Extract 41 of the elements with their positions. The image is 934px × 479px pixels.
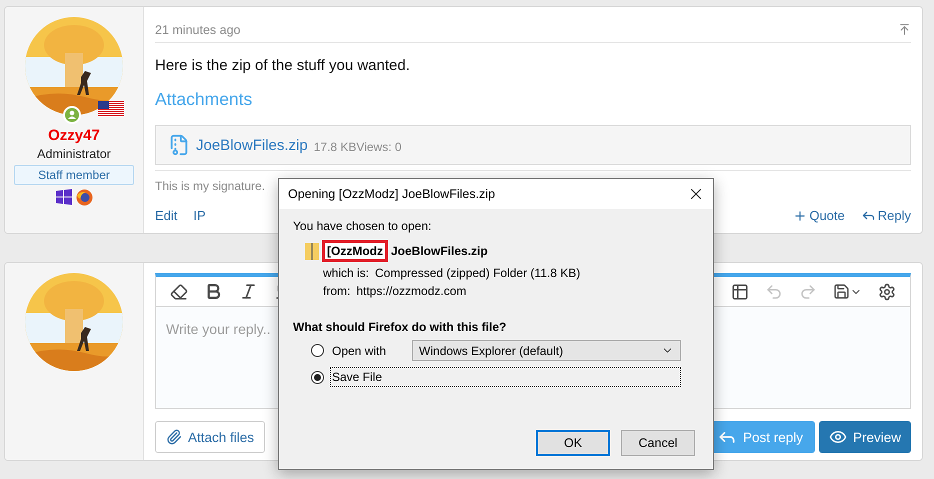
post-message: Here is the zip of the stuff you wanted. <box>155 57 411 74</box>
radio-button[interactable] <box>311 370 324 384</box>
detail-value: https://ozzmodz.com <box>356 284 466 298</box>
post-action-link[interactable]: Edit <box>155 208 178 223</box>
user-title: Administrator <box>37 147 111 161</box>
paperclip-icon <box>166 429 182 445</box>
zip-folder-icon <box>305 242 319 260</box>
option-label[interactable]: Save File <box>330 367 681 387</box>
scroll-top-icon[interactable] <box>898 23 911 36</box>
file-prefix: [OzzModz <box>322 240 388 262</box>
post-action-link[interactable]: IP <box>193 208 206 223</box>
attachment-meta: 17.8 KBViews: 0 <box>314 140 402 154</box>
windows-icon <box>56 189 72 205</box>
browser-icon <box>76 189 92 206</box>
signature: This is my signature. <box>155 179 266 193</box>
plus-icon <box>793 208 808 222</box>
ok-button[interactable]: OK <box>536 430 610 456</box>
detail-value: Compressed (zipped) Folder (11.8 KB) <box>375 266 580 280</box>
attachments-heading: Attachments <box>155 89 254 110</box>
attach-files-button[interactable]: Attach files <box>155 421 266 453</box>
detail-label: from: <box>323 284 350 298</box>
preview-button[interactable]: Preview <box>818 421 911 453</box>
flag-icon <box>98 101 124 117</box>
dialog-intro: You have chosen to open: <box>293 219 432 233</box>
staff-badge: Staff member <box>14 165 134 185</box>
attachment-link[interactable]: JoeBlowFiles.zip <box>196 136 308 154</box>
cancel-button[interactable]: Cancel <box>621 430 695 456</box>
app-select[interactable]: Windows Explorer (default) <box>412 340 681 361</box>
detail-label: which is: <box>323 266 370 280</box>
zip-file-icon <box>168 134 190 156</box>
save-icon <box>833 283 850 300</box>
username[interactable]: Ozzy47 <box>48 127 100 144</box>
reply-link[interactable]: Reply <box>860 208 911 223</box>
quote-link[interactable]: Quote <box>793 208 845 223</box>
file-name: JoeBlowFiles.zip <box>391 244 488 258</box>
dialog-title: Opening [OzzModz] JoeBlowFiles.zip <box>288 187 496 201</box>
eye-icon <box>828 428 847 446</box>
post-time[interactable]: 21 minutes ago <box>155 22 240 36</box>
radio-button[interactable] <box>311 344 324 357</box>
option-label[interactable]: Open with <box>330 340 388 360</box>
dialog-question: What should Firefox do with this file? <box>293 320 508 334</box>
